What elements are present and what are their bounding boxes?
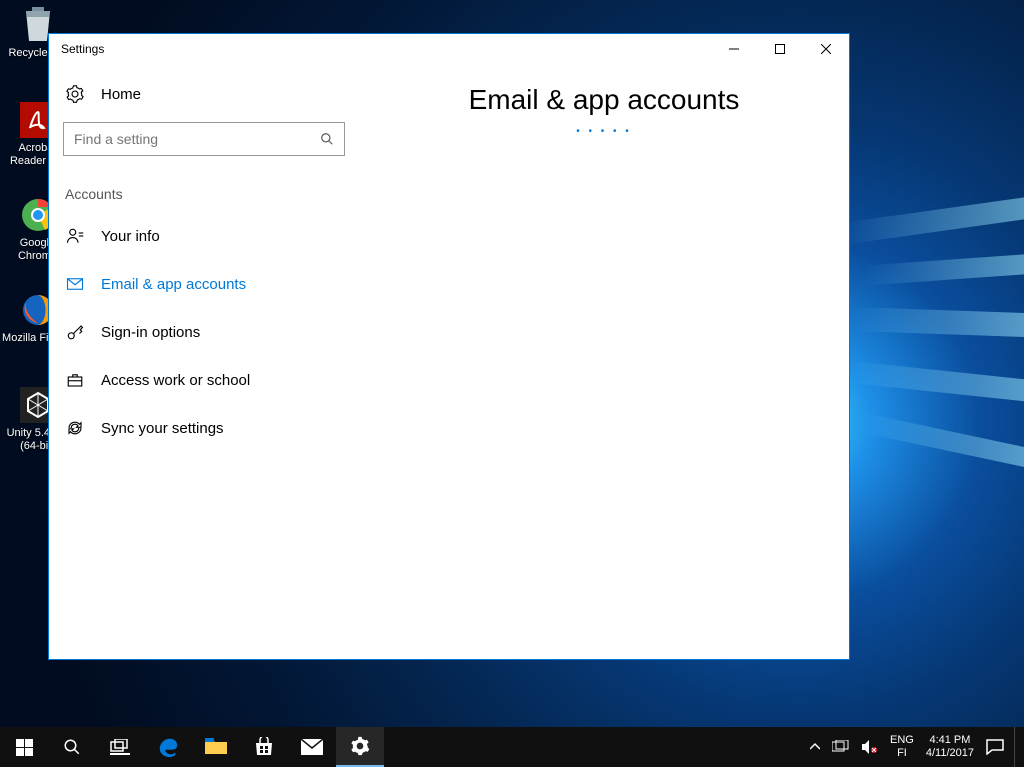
home-button[interactable]: Home bbox=[49, 74, 359, 114]
sync-icon bbox=[65, 419, 85, 437]
system-tray: ENG FI 4:41 PM 4/11/2017 bbox=[804, 727, 1024, 767]
sidebar-item-your-info[interactable]: Your info bbox=[49, 212, 359, 260]
taskbar-edge[interactable] bbox=[144, 727, 192, 767]
taskbar-store[interactable] bbox=[240, 727, 288, 767]
key-icon bbox=[65, 323, 85, 341]
close-button[interactable] bbox=[803, 34, 849, 64]
sidebar-item-label: Your info bbox=[101, 228, 160, 245]
briefcase-icon bbox=[65, 371, 85, 389]
person-icon bbox=[65, 227, 85, 245]
tray-clock[interactable]: 4:41 PM 4/11/2017 bbox=[920, 727, 980, 767]
window-controls bbox=[711, 34, 849, 64]
titlebar[interactable]: Settings bbox=[49, 34, 849, 64]
tray-network-icon[interactable] bbox=[826, 727, 856, 767]
sidebar: Home Accounts Your info bbox=[49, 64, 359, 659]
clock-time: 4:41 PM bbox=[929, 734, 970, 747]
tray-action-center[interactable] bbox=[980, 727, 1010, 767]
loading-indicator: • • • • • bbox=[359, 126, 849, 137]
sidebar-item-sync[interactable]: Sync your settings bbox=[49, 404, 359, 452]
task-view-button[interactable] bbox=[96, 727, 144, 767]
taskbar-settings[interactable] bbox=[336, 727, 384, 767]
taskbar-search-button[interactable] bbox=[48, 727, 96, 767]
gear-icon bbox=[65, 85, 85, 103]
start-button[interactable] bbox=[0, 727, 48, 767]
sidebar-item-label: Sign-in options bbox=[101, 324, 200, 341]
clock-date: 4/11/2017 bbox=[926, 747, 974, 760]
sidebar-item-email-accounts[interactable]: Email & app accounts bbox=[49, 260, 359, 308]
sidebar-item-label: Sync your settings bbox=[101, 420, 224, 437]
wallpaper-light-rays bbox=[824, 180, 1024, 530]
taskbar-file-explorer[interactable] bbox=[192, 727, 240, 767]
desktop: Recycle Bin Acrobat Reader DC Google Chr… bbox=[0, 0, 1024, 767]
sidebar-item-signin-options[interactable]: Sign-in options bbox=[49, 308, 359, 356]
lang-secondary: FI bbox=[897, 747, 907, 760]
settings-window: Settings Home bbox=[48, 33, 850, 660]
tray-volume-icon[interactable] bbox=[856, 727, 884, 767]
search-icon bbox=[320, 132, 334, 146]
maximize-button[interactable] bbox=[757, 34, 803, 64]
search-wrap bbox=[63, 122, 345, 156]
show-desktop-button[interactable] bbox=[1014, 727, 1020, 767]
taskbar-mail[interactable] bbox=[288, 727, 336, 767]
mail-icon bbox=[65, 275, 85, 293]
minimize-button[interactable] bbox=[711, 34, 757, 64]
home-label: Home bbox=[101, 86, 141, 103]
search-box[interactable] bbox=[63, 122, 345, 156]
lang-primary: ENG bbox=[890, 734, 914, 747]
section-label: Accounts bbox=[49, 170, 359, 212]
sidebar-item-access-work[interactable]: Access work or school bbox=[49, 356, 359, 404]
page-title: Email & app accounts bbox=[359, 84, 849, 116]
taskbar-spacer bbox=[384, 727, 804, 767]
sidebar-item-label: Access work or school bbox=[101, 372, 250, 389]
window-body: Home Accounts Your info bbox=[49, 64, 849, 659]
sidebar-item-label: Email & app accounts bbox=[101, 276, 246, 293]
main-content: Email & app accounts • • • • • bbox=[359, 64, 849, 659]
tray-language[interactable]: ENG FI bbox=[884, 727, 920, 767]
search-input[interactable] bbox=[74, 131, 320, 147]
taskbar: ENG FI 4:41 PM 4/11/2017 bbox=[0, 727, 1024, 767]
tray-overflow-button[interactable] bbox=[804, 727, 826, 767]
window-title: Settings bbox=[61, 42, 711, 56]
